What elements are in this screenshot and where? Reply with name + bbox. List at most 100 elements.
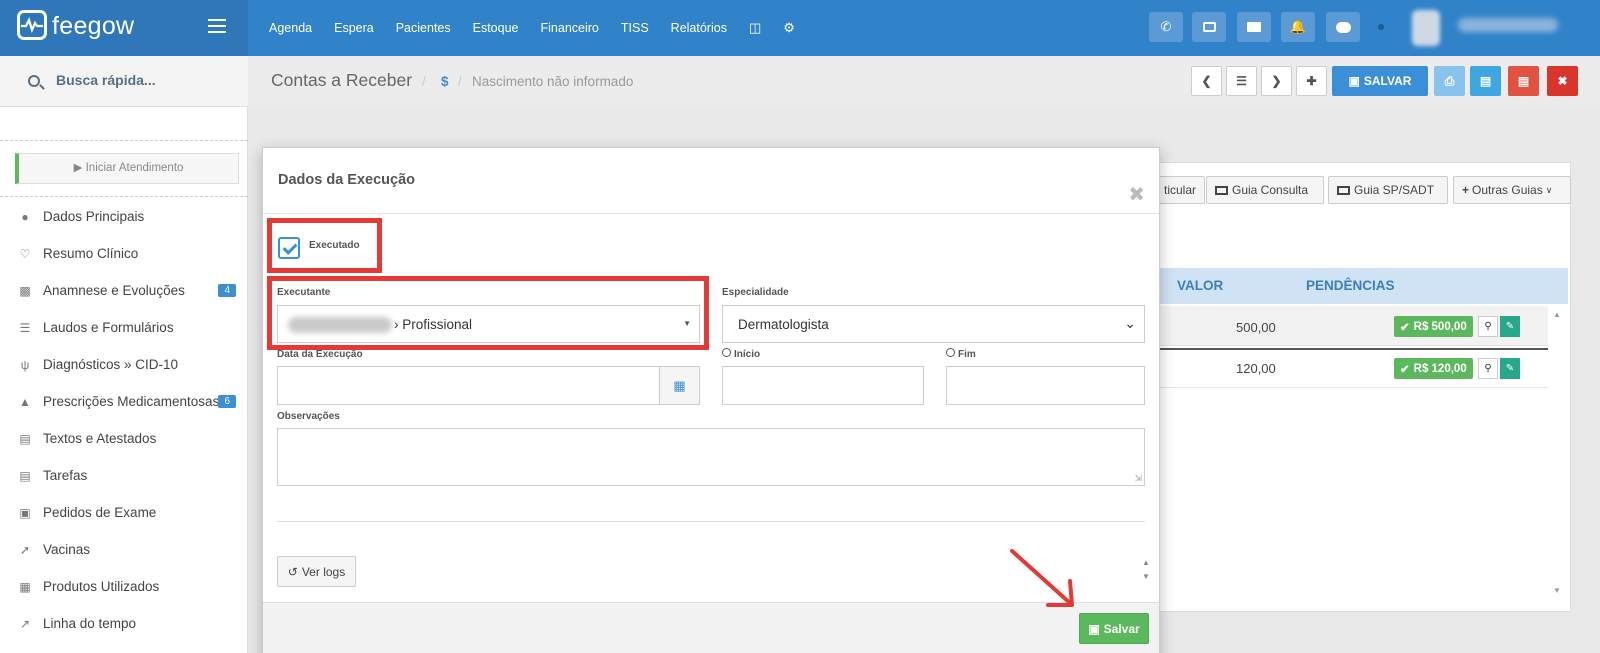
sidebar-item-diagnosticos[interactable]: ψ Diagnósticos » CID-10: [0, 346, 248, 383]
attach-button[interactable]: ✎: [1500, 316, 1520, 337]
flask-icon: ▲: [19, 394, 31, 409]
floppy-icon: ▣: [1088, 621, 1100, 636]
sidebar-item-dados-principais[interactable]: ● Dados Principais: [0, 198, 248, 235]
chat-button[interactable]: [1326, 12, 1360, 42]
chevron-down-icon: ⌄: [1124, 315, 1136, 331]
calendar-icon: ▦: [673, 377, 686, 393]
sidebar-item-anamnese[interactable]: ▩ Anamnese e Evoluções 4: [0, 272, 248, 309]
chevron-right-icon: ❯: [1271, 74, 1282, 88]
row-valor: 120,00: [1236, 361, 1276, 376]
next-button[interactable]: ❯: [1261, 66, 1292, 96]
fim-input[interactable]: [946, 366, 1145, 405]
calendar-button[interactable]: ▦: [659, 366, 700, 405]
nav-financeiro[interactable]: Financeiro: [541, 21, 599, 35]
pending-badge[interactable]: ✔ R$ 500,00: [1394, 316, 1473, 337]
trash-icon: ✖: [1557, 74, 1568, 88]
list-button[interactable]: ☰: [1226, 66, 1257, 96]
start-attendance-button[interactable]: ▶ Iniciar Atendimento: [15, 153, 239, 184]
sidebar-item-tarefas[interactable]: ▤ Tarefas: [0, 457, 248, 494]
notifications-button[interactable]: 🔔: [1281, 12, 1315, 42]
nav-tiss[interactable]: TISS: [621, 21, 649, 35]
row-valor: 500,00: [1236, 320, 1276, 335]
print-button[interactable]: ⎙: [1434, 66, 1465, 96]
close-icon[interactable]: ✖: [1128, 182, 1145, 207]
scroll-up-icon[interactable]: ▲: [1138, 556, 1154, 570]
scroll-up-icon[interactable]: ▲: [1553, 310, 1561, 319]
add-button[interactable]: ✚: [1296, 66, 1327, 96]
guia-sadt-button[interactable]: Guia SP/SADT: [1328, 176, 1448, 204]
nav-relatorios[interactable]: Relatórios: [671, 21, 727, 35]
avatar[interactable]: [1412, 10, 1440, 46]
sidebar-item-label: Produtos Utilizados: [43, 579, 160, 594]
inbox-button[interactable]: [1192, 12, 1226, 42]
plus-icon: +: [1462, 183, 1470, 197]
resize-handle-icon: ⇲: [1134, 473, 1142, 483]
outras-guias-button[interactable]: + Outras Guias ∨: [1453, 176, 1571, 204]
username-blurred[interactable]: [1458, 18, 1558, 32]
sidebar-item-laudos[interactable]: ☰ Laudos e Formulários: [0, 309, 248, 346]
highlight-box: [267, 276, 709, 350]
page-title: Contas a Receber: [271, 70, 413, 90]
brand-area: feegow: [0, 0, 248, 56]
nav-agenda[interactable]: Agenda: [269, 21, 312, 35]
menu-toggle-icon[interactable]: [208, 19, 226, 37]
table-scrollbar[interactable]: ▲ ▼: [1549, 306, 1567, 606]
nav-pacientes[interactable]: Pacientes: [396, 21, 451, 35]
divider: [277, 521, 1145, 522]
especialidade-select[interactable]: Dermatologista ⌄: [722, 305, 1145, 343]
attach-button[interactable]: ✎: [1500, 358, 1520, 379]
sidebar-item-textos[interactable]: ▤ Textos e Atestados: [0, 420, 248, 457]
stethoscope-icon: ψ: [20, 357, 30, 372]
inicio-label: Início: [734, 349, 761, 360]
sidebar-item-label: Laudos e Formulários: [43, 320, 174, 335]
scroll-down-icon[interactable]: ▼: [1138, 570, 1154, 584]
zoom-button[interactable]: ⚲: [1478, 358, 1498, 379]
database-icon[interactable]: ◫: [749, 20, 761, 36]
sidebar-item-vacinas[interactable]: ➚ Vacinas: [0, 531, 248, 568]
document-button[interactable]: ▤: [1470, 66, 1501, 96]
count-badge: 6: [218, 395, 236, 408]
scroll-down-icon[interactable]: ▼: [1553, 586, 1561, 595]
clock-icon: [722, 348, 731, 357]
guia-consulta-button[interactable]: Guia Consulta: [1206, 176, 1324, 204]
previous-button[interactable]: ❮: [1191, 66, 1222, 96]
sidebar-item-label: Prescrições Medicamentosas: [43, 394, 220, 409]
sidebar-item-label: Anamnese e Evoluções: [43, 283, 185, 298]
inicio-input[interactable]: [722, 366, 924, 405]
paperclip-icon: ✎: [1505, 321, 1515, 332]
observacoes-textarea[interactable]: ⇲: [277, 428, 1145, 486]
sidebar-item-pedidos-exame[interactable]: ▣ Pedidos de Exame: [0, 494, 248, 531]
sidebar-item-resumo-clinico[interactable]: ♡ Resumo Clínico: [0, 235, 248, 272]
patient-subtitle: Nascimento não informado: [472, 74, 634, 89]
search-input[interactable]: [56, 72, 236, 88]
document-icon: ▤: [1479, 74, 1492, 88]
briefcase-icon: ▦: [19, 579, 31, 594]
executado-checkbox[interactable]: [278, 237, 300, 259]
pending-badge[interactable]: ✔ R$ 120,00: [1394, 358, 1473, 379]
sidebar-item-produtos[interactable]: ▦ Produtos Utilizados: [0, 568, 248, 605]
card-button[interactable]: [1237, 12, 1271, 42]
delete-button[interactable]: ✖: [1547, 66, 1578, 96]
ver-logs-button[interactable]: ↺ Ver logs: [277, 556, 356, 587]
phone-button[interactable]: ✆: [1149, 12, 1183, 42]
sidebar-item-linha-tempo[interactable]: ↗ Linha do tempo: [0, 605, 248, 642]
header-save-button[interactable]: ▣ SALVAR: [1332, 66, 1428, 96]
divider: [0, 140, 248, 141]
quick-search: [0, 56, 248, 107]
bell-icon: 🔔: [1289, 19, 1307, 34]
ver-logs-label: Ver logs: [301, 564, 346, 579]
modal-scroll-control[interactable]: ▲ ▼: [1138, 556, 1154, 588]
logo-icon: [17, 10, 47, 40]
nav-estoque[interactable]: Estoque: [473, 21, 519, 35]
data-execucao-input[interactable]: [277, 366, 660, 405]
sidebar-item-prescricoes[interactable]: ▲ Prescrições Medicamentosas 6: [0, 383, 248, 420]
pdf-button[interactable]: ▤: [1508, 66, 1539, 96]
nav-espera[interactable]: Espera: [334, 21, 374, 35]
logo-text[interactable]: feegow: [52, 12, 134, 41]
pending-amount: R$ 120,00: [1413, 362, 1467, 375]
list-icon: ☰: [1236, 74, 1247, 88]
gear-icon[interactable]: ⚙: [783, 20, 795, 36]
zoom-button[interactable]: ⚲: [1478, 316, 1498, 337]
fim-label: Fim: [958, 349, 976, 360]
list-icon: ☰: [19, 320, 31, 335]
